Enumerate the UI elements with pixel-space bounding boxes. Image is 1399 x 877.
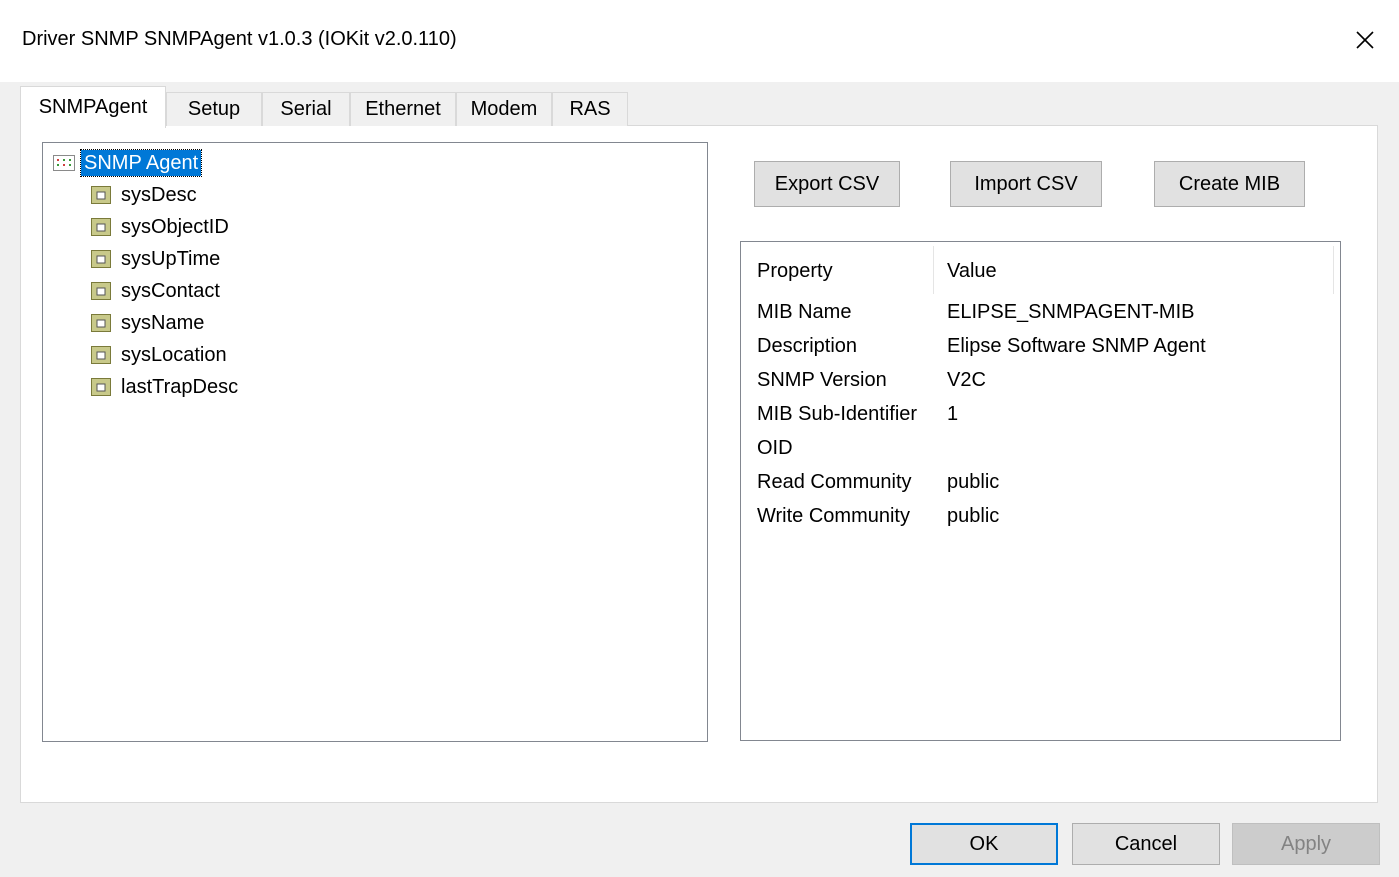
- close-icon: [1356, 31, 1374, 49]
- tree-item-sysname[interactable]: sysName: [91, 309, 204, 337]
- tree-item-label: sysLocation: [121, 343, 227, 366]
- column-header-property[interactable]: Property: [757, 252, 833, 290]
- folder-icon: [91, 346, 111, 364]
- property-row[interactable]: Description Elipse Software SNMP Agent: [757, 331, 1317, 361]
- property-row[interactable]: MIB Name ELIPSE_SNMPAGENT-MIB: [757, 297, 1317, 327]
- folder-icon: [91, 250, 111, 268]
- tree-item-label: sysDesc: [121, 183, 197, 206]
- column-divider[interactable]: [1333, 246, 1334, 294]
- mib-tree[interactable]: SNMP Agent sysDesc sysObjectID sysUpTime…: [42, 142, 708, 742]
- tab-ras[interactable]: RAS: [552, 92, 628, 126]
- apply-button[interactable]: Apply: [1232, 823, 1380, 865]
- title-bar: Driver SNMP SNMPAgent v1.0.3 (IOKit v2.0…: [0, 0, 1399, 82]
- property-name: MIB Name: [757, 300, 852, 323]
- tree-item-lasttrapdesc[interactable]: lastTrapDesc: [91, 373, 238, 401]
- tree-root-label: SNMP Agent: [79, 149, 203, 177]
- tab-label: Ethernet: [365, 98, 441, 120]
- folder-icon: [91, 378, 111, 396]
- property-row[interactable]: Write Community public: [757, 501, 1317, 531]
- tab-serial[interactable]: Serial: [262, 92, 350, 126]
- folder-icon: [91, 186, 111, 204]
- folder-icon: [91, 282, 111, 300]
- property-value: 1: [947, 402, 959, 425]
- tree-root-snmp-agent[interactable]: SNMP Agent: [53, 149, 203, 177]
- import-csv-button[interactable]: Import CSV: [950, 161, 1102, 207]
- tree-item-syscontact[interactable]: sysContact: [91, 277, 220, 305]
- tab-label: RAS: [569, 98, 611, 120]
- column-divider[interactable]: [933, 246, 934, 294]
- property-row[interactable]: MIB Sub-Identifier 1: [757, 399, 1317, 429]
- property-value: Elipse Software SNMP Agent: [947, 334, 1206, 357]
- folder-icon: [91, 218, 111, 236]
- property-row[interactable]: Read Community public: [757, 467, 1317, 497]
- property-row[interactable]: SNMP Version V2C: [757, 365, 1317, 395]
- property-name: OID: [757, 436, 793, 459]
- create-mib-button[interactable]: Create MIB: [1154, 161, 1305, 207]
- export-csv-button[interactable]: Export CSV: [754, 161, 900, 207]
- tree-item-label: sysName: [121, 311, 205, 334]
- ok-button[interactable]: OK: [910, 823, 1058, 865]
- tab-label: Modem: [470, 98, 538, 120]
- property-name: MIB Sub-Identifier: [757, 402, 918, 425]
- property-value: public: [947, 470, 1000, 493]
- agent-icon: [53, 155, 75, 171]
- tab-setup[interactable]: Setup: [166, 92, 262, 126]
- cancel-button[interactable]: Cancel: [1072, 823, 1220, 865]
- tree-item-sysdesc[interactable]: sysDesc: [91, 181, 197, 209]
- tree-item-syslocation[interactable]: sysLocation: [91, 341, 227, 369]
- tree-item-label: sysUpTime: [121, 247, 221, 270]
- property-name: Description: [757, 334, 858, 357]
- window-title: Driver SNMP SNMPAgent v1.0.3 (IOKit v2.0…: [22, 28, 457, 50]
- property-name: Write Community: [757, 504, 910, 527]
- tab-label: Serial: [280, 98, 332, 120]
- property-value: public: [947, 504, 1000, 527]
- property-name: SNMP Version: [757, 368, 887, 391]
- column-header-value[interactable]: Value: [947, 252, 997, 290]
- tab-snmpagent[interactable]: SNMPAgent: [20, 86, 166, 128]
- properties-list[interactable]: Property Value MIB Name ELIPSE_SNMPAGENT…: [740, 241, 1341, 741]
- tab-ethernet[interactable]: Ethernet: [350, 92, 456, 126]
- folder-icon: [91, 314, 111, 332]
- tree-item-label: sysContact: [121, 279, 220, 302]
- property-value: ELIPSE_SNMPAGENT-MIB: [947, 300, 1195, 323]
- tree-item-label: lastTrapDesc: [121, 375, 239, 398]
- tree-item-label: sysObjectID: [121, 215, 229, 238]
- tab-label: Setup: [187, 98, 241, 120]
- tab-label: SNMPAgent: [38, 96, 148, 118]
- tree-item-sysobjectid[interactable]: sysObjectID: [91, 213, 229, 241]
- tree-item-sysuptime[interactable]: sysUpTime: [91, 245, 220, 273]
- tab-modem[interactable]: Modem: [456, 92, 552, 126]
- property-name: Read Community: [757, 470, 912, 493]
- property-value: V2C: [947, 368, 986, 391]
- property-row[interactable]: OID: [757, 433, 1317, 463]
- close-button[interactable]: [1345, 22, 1385, 58]
